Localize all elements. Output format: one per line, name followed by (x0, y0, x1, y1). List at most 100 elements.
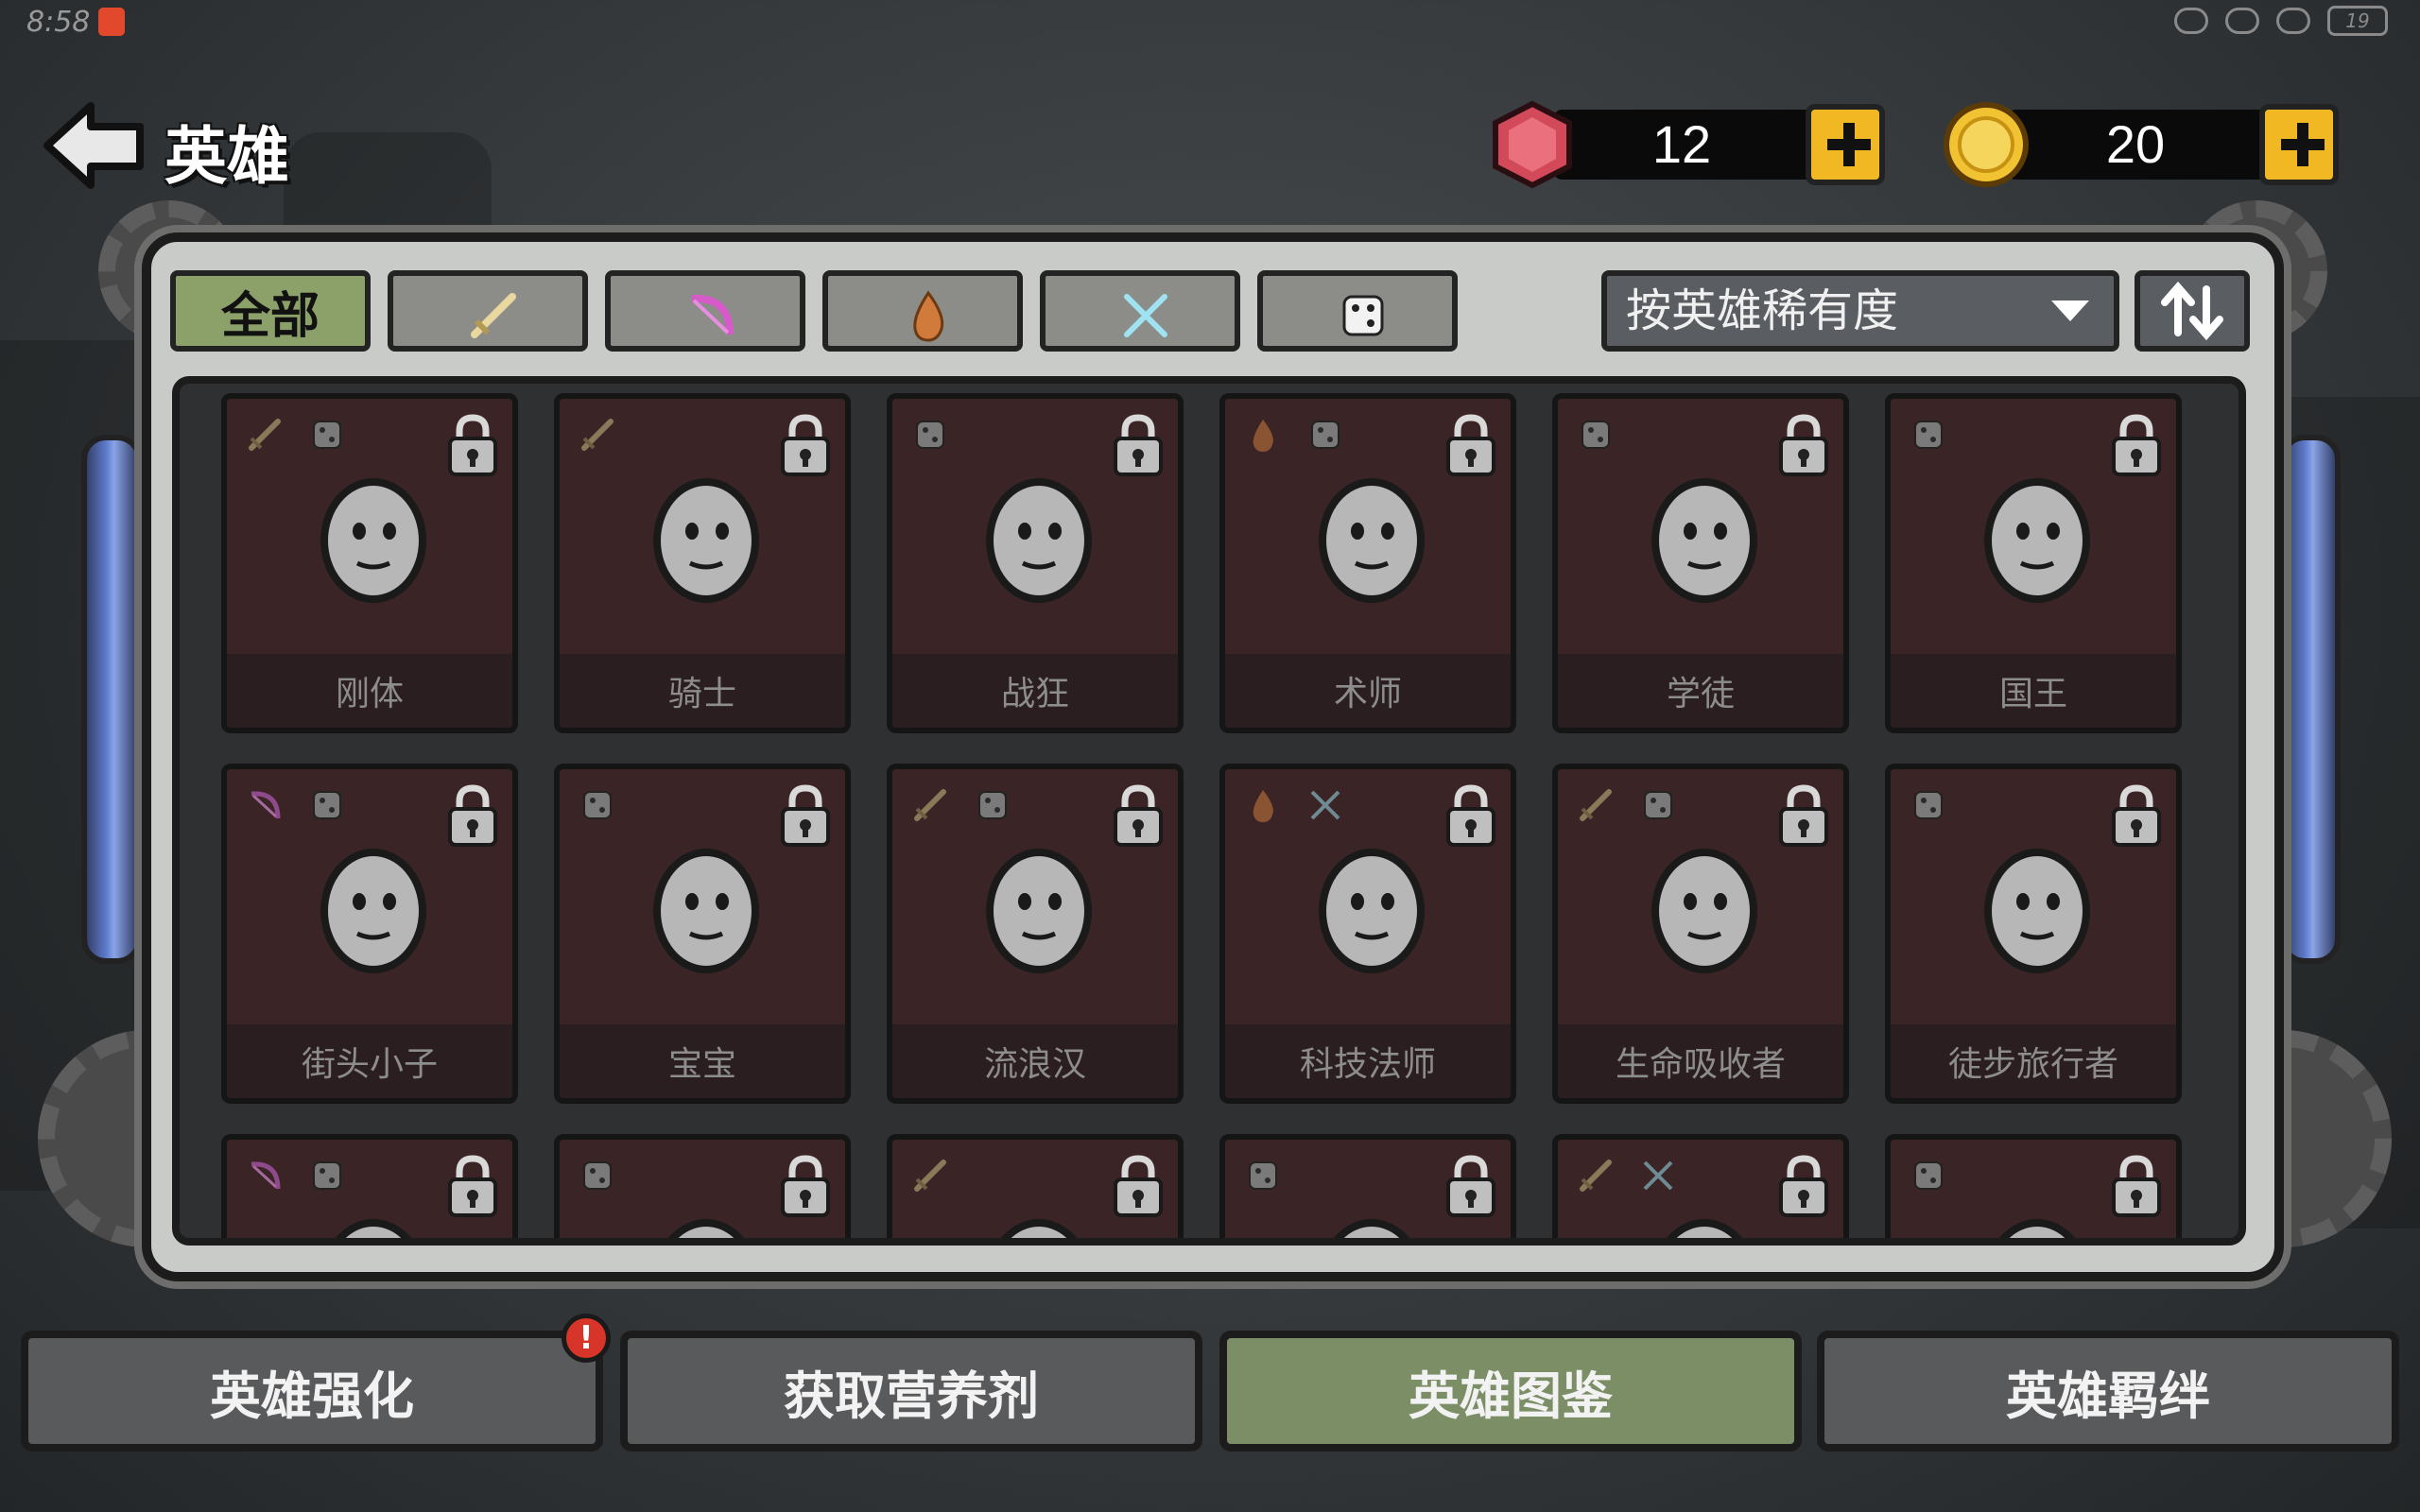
hero-portrait (1984, 478, 2090, 603)
hero-name: 学徒 (1558, 654, 1843, 728)
sort-dropdown[interactable]: 按英雄稀有度 (1601, 270, 2119, 352)
coin-count: 20 (2105, 114, 2166, 174)
filter-tab-bow[interactable] (605, 270, 805, 352)
hero-card[interactable]: 国王 (1885, 393, 2182, 733)
dice-icon (583, 1161, 612, 1190)
hero-portrait (653, 849, 759, 973)
lock-icon (448, 414, 497, 476)
hero-name: 宝宝 (560, 1024, 845, 1098)
chevron-down-icon (2051, 301, 2089, 321)
lock-icon (1446, 414, 1495, 476)
hero-card[interactable]: 学徒 (1552, 393, 1849, 733)
hero-portrait (1984, 849, 2090, 973)
hero-card[interactable] (221, 1134, 518, 1238)
hero-portrait (653, 478, 759, 603)
status-icons: 19 (2174, 6, 2388, 36)
hero-card[interactable]: 骑士 (554, 393, 851, 733)
gem-counter: 12 (1488, 100, 1885, 189)
pink-bow-icon (251, 791, 281, 819)
enhance-alert-badge: ! (562, 1314, 611, 1363)
lock-icon (2112, 1155, 2161, 1217)
dice-icon (313, 1161, 341, 1190)
page-title: 英雄 (164, 120, 289, 193)
pink-bow-icon (251, 1161, 281, 1190)
hero-name: 术师 (1225, 654, 1511, 728)
add-coins-button[interactable] (2259, 104, 2339, 185)
status-bar: 8:58 19 (0, 0, 2420, 43)
lock-icon (1779, 1155, 1828, 1217)
dice-icon (1644, 791, 1672, 819)
hero-name: 流浪汉 (892, 1024, 1178, 1098)
hero-card[interactable] (1552, 1134, 1849, 1238)
pink-bow-icon (691, 294, 734, 335)
status-time: 8:58 (26, 6, 91, 39)
hero-portrait (1651, 478, 1757, 603)
tab-get-nutrient[interactable]: 获取营养剂 (620, 1331, 1202, 1452)
back-button[interactable] (42, 98, 147, 193)
hero-card[interactable]: 术师 (1219, 393, 1516, 733)
flame-icon (1253, 420, 1273, 452)
coin-counter: 20 (1942, 102, 2339, 187)
hero-card[interactable] (554, 1134, 851, 1238)
sword-icon (914, 1160, 946, 1192)
gem-count: 12 (1651, 114, 1712, 174)
lock-icon (1446, 1155, 1495, 1217)
filter-tab-sword[interactable] (388, 270, 588, 352)
sword-icon (1580, 1160, 1612, 1192)
filter-tab-cross[interactable] (1040, 270, 1240, 352)
hero-portrait (667, 1219, 745, 1238)
lock-icon (1114, 414, 1163, 476)
sword-icon (914, 789, 946, 821)
hero-card[interactable]: 生命吸收者 (1552, 764, 1849, 1104)
lock-icon (448, 784, 497, 847)
hero-portrait (320, 849, 426, 973)
filter-tab-flame[interactable] (822, 270, 1023, 352)
tab-hero-codex[interactable]: 英雄图鉴 (1219, 1331, 1802, 1452)
wifi-icon (2276, 8, 2310, 34)
hero-card[interactable]: 宝宝 (554, 764, 851, 1104)
hero-portrait (986, 478, 1092, 603)
pipe-left (81, 435, 142, 964)
dice-icon (583, 791, 612, 819)
lock-icon (448, 1155, 497, 1217)
hero-portrait (1998, 1219, 2076, 1238)
hero-name: 刚体 (227, 654, 512, 728)
hero-portrait (1000, 1219, 1078, 1238)
hero-card[interactable] (1885, 1134, 2182, 1238)
hero-name: 徒步旅行者 (1891, 1024, 2176, 1098)
lock-icon (2112, 784, 2161, 847)
hero-card[interactable]: 科技法师 (1219, 764, 1516, 1104)
filter-tab-all[interactable]: 全部 (170, 270, 371, 352)
tab-hero-enhance[interactable]: 英雄强化 (21, 1331, 603, 1452)
dice-icon (1582, 421, 1610, 449)
hero-card[interactable]: 战狂 (887, 393, 1184, 733)
dice-icon (1914, 421, 1943, 449)
hero-portrait (320, 478, 426, 603)
sort-order-button[interactable] (2135, 270, 2250, 352)
hero-card[interactable]: 流浪汉 (887, 764, 1184, 1104)
eye-icon (2174, 8, 2208, 34)
hero-portrait (1666, 1219, 1743, 1238)
sort-dropdown-value: 按英雄稀有度 (1626, 284, 1899, 337)
dice-icon (916, 421, 944, 449)
hero-card[interactable]: 街头小子 (221, 764, 518, 1104)
hero-card[interactable] (887, 1134, 1184, 1238)
lock-icon (781, 1155, 830, 1217)
sword-icon (581, 419, 614, 451)
hero-card[interactable] (1219, 1134, 1516, 1238)
hero-portrait (1333, 1219, 1410, 1238)
hero-portrait (335, 1219, 412, 1238)
notification-icon (98, 8, 125, 36)
sword-icon (249, 419, 281, 451)
hero-card[interactable]: 刚体 (221, 393, 518, 733)
filter-tab-all-label: 全部 (220, 287, 320, 345)
add-gems-button[interactable] (1806, 104, 1885, 185)
sword-icon (471, 293, 516, 338)
sort-order-icon (2161, 281, 2223, 341)
hero-card[interactable]: 徒步旅行者 (1885, 764, 2182, 1104)
tab-hero-bond[interactable]: 英雄羁绊 (1817, 1331, 2399, 1452)
pipe-right (2280, 435, 2341, 964)
hero-grid: 刚体 骑士 战狂 术师 学徒 国王街头小子 宝宝 流浪汉 科技法师 生命吸收者 徒步旅行者 (172, 376, 2246, 1246)
crossed-swords-icon (1310, 790, 1340, 820)
filter-tab-dice[interactable] (1257, 270, 1458, 352)
